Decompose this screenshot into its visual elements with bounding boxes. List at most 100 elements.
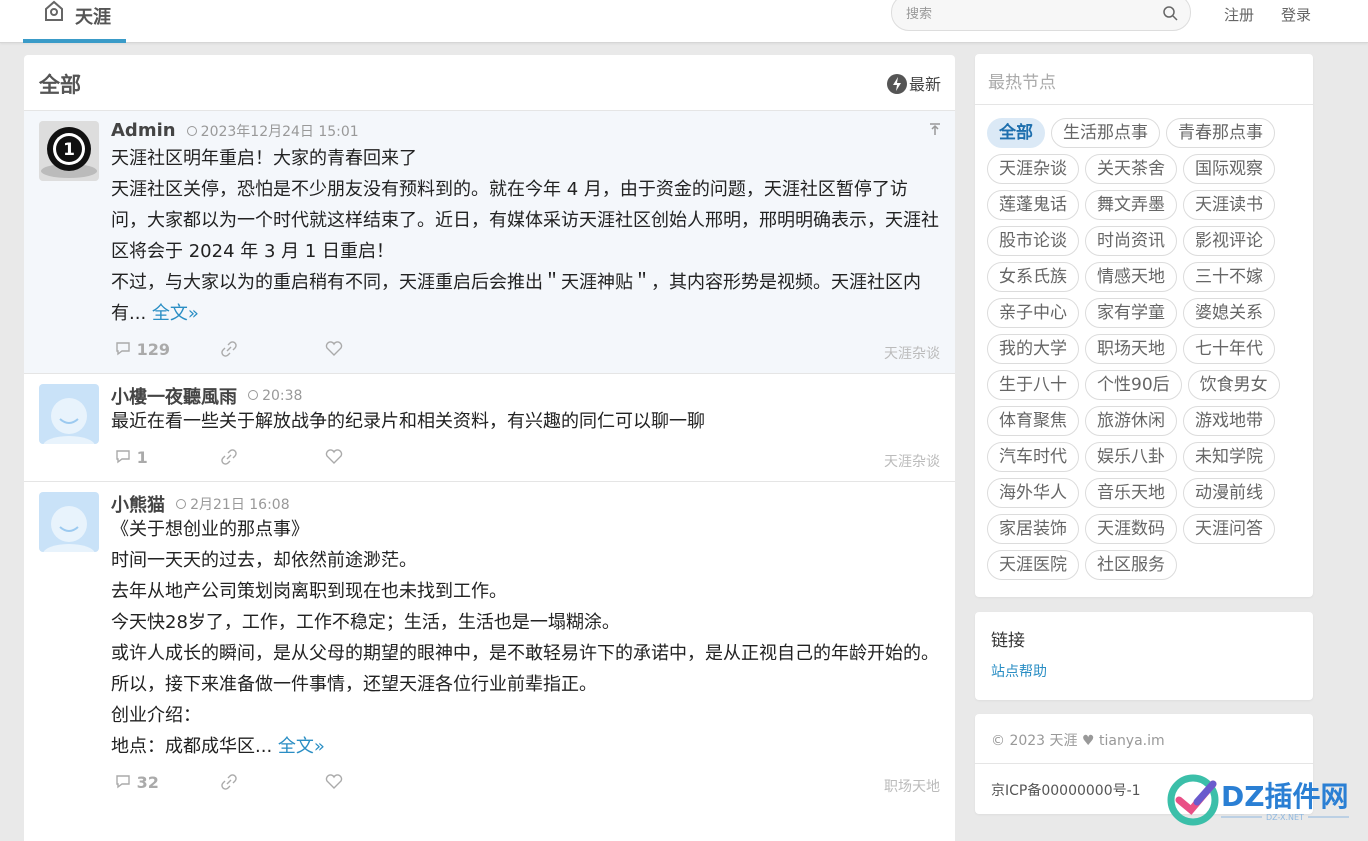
search-input[interactable] xyxy=(906,3,1146,25)
node-tag[interactable]: 汽车时代 xyxy=(987,442,1079,472)
post-item[interactable]: 小熊猫 2月21日 16:08 《关于想创业的那点事》 时间一天天的过去，却依然… xyxy=(24,482,955,806)
node-tag[interactable]: 情感天地 xyxy=(1085,262,1177,292)
register-link[interactable]: 注册 xyxy=(1224,4,1254,25)
clock-icon xyxy=(176,499,187,509)
node-tag[interactable]: 我的大学 xyxy=(987,334,1079,364)
node-tag[interactable]: 音乐天地 xyxy=(1085,478,1177,508)
node-tag[interactable]: 生活那点事 xyxy=(1051,118,1160,148)
node-tag[interactable]: 国际观察 xyxy=(1183,154,1275,184)
node-tag[interactable]: 未知学院 xyxy=(1183,442,1275,472)
svg-text:DZ-X.NET: DZ-X.NET xyxy=(1266,813,1304,822)
links-card: 链接 站点帮助 xyxy=(975,612,1313,700)
active-nav-indicator xyxy=(23,39,126,43)
pinned-marker-icon xyxy=(930,123,940,138)
hot-nodes-card: 最热节点 全部 生活那点事 青春那点事天涯杂谈 关天茶舍 国际观察莲蓬鬼话 舞文弄墨 天涯读… xyxy=(975,54,1313,597)
node-tag[interactable]: 体育聚焦 xyxy=(987,406,1079,436)
node-tag[interactable]: 女系氏族 xyxy=(987,262,1079,292)
post-actions: 32 职场天地 xyxy=(111,762,940,806)
site-logo-link[interactable]: 天涯 xyxy=(23,0,126,43)
sort-label: 最新 xyxy=(908,75,941,94)
clock-icon xyxy=(248,390,259,400)
svg-text:1: 1 xyxy=(63,140,75,160)
post-author[interactable]: 小熊猫 xyxy=(111,495,165,516)
node-tag[interactable]: 股市论谈 xyxy=(987,226,1079,256)
node-tag[interactable]: 动漫前线 xyxy=(1183,478,1275,508)
node-tag[interactable]: 天涯问答 xyxy=(1183,514,1275,544)
sort-latest-button[interactable]: 最新 xyxy=(886,71,941,95)
read-more-link[interactable]: 全文» xyxy=(152,303,199,324)
post-actions: 1 天涯杂谈 xyxy=(111,437,940,481)
node-tag[interactable]: 天涯医院 xyxy=(987,550,1079,580)
avatar[interactable]: 1 xyxy=(39,121,99,181)
home-icon xyxy=(43,0,65,26)
share-link-icon[interactable] xyxy=(221,774,237,794)
site-name: 天涯 xyxy=(75,7,111,28)
comment-count[interactable]: 32 xyxy=(115,773,159,792)
read-more-link[interactable]: 全文» xyxy=(278,736,325,757)
post-content[interactable]: 最近在看一些关于解放战争的纪录片和相关资料，有兴趣的同仁可以聊一聊 xyxy=(111,406,940,437)
hot-nodes-title: 最热节点 xyxy=(975,54,1313,105)
node-tag[interactable]: 亲子中心 xyxy=(987,298,1079,328)
post-author[interactable]: 小樓一夜聽風雨 xyxy=(111,387,237,408)
node-tag[interactable]: 游戏地带 xyxy=(1183,406,1275,436)
search-box xyxy=(891,0,1191,31)
post-time: 2月21日 16:08 xyxy=(176,497,290,513)
node-tag[interactable]: 天涯读书 xyxy=(1183,190,1275,220)
node-tag[interactable]: 三十不嫁 xyxy=(1183,262,1275,292)
node-tag[interactable]: 娱乐八卦 xyxy=(1085,442,1177,472)
node-tag[interactable]: 全部 xyxy=(987,118,1045,148)
node-tag[interactable]: 青春那点事 xyxy=(1166,118,1275,148)
node-tag[interactable]: 家居装饰 xyxy=(987,514,1079,544)
post-time: 20:38 xyxy=(248,388,302,404)
node-tag[interactable]: 莲蓬鬼话 xyxy=(987,190,1079,220)
node-tag[interactable]: 职场天地 xyxy=(1085,334,1177,364)
clock-icon xyxy=(186,125,197,136)
post-content[interactable]: 天涯社区明年重启！大家的青春回来了 天涯社区关停，恐怕是不少朋友没有预料到的。就… xyxy=(111,143,940,329)
node-tag[interactable]: 生于八十 xyxy=(987,370,1079,400)
post-node-link[interactable]: 天涯杂谈 xyxy=(884,343,940,363)
node-tag[interactable]: 旅游休闲 xyxy=(1085,406,1177,436)
post-actions: 129 天涯杂谈 xyxy=(111,329,940,373)
post-item[interactable]: 1 pin-icon Admin 2023年12月24日 15:01 天涯社区明… xyxy=(24,111,955,374)
site-help-link[interactable]: 站点帮助 xyxy=(991,661,1297,681)
node-tag[interactable]: 七十年代 xyxy=(1183,334,1275,364)
watermark-logo: DZ插件网 DZ-X.NET xyxy=(1165,772,1355,828)
node-tag[interactable]: 个性90后 xyxy=(1085,370,1182,400)
hot-nodes-tag-list: 全部 生活那点事 青春那点事天涯杂谈 关天茶舍 国际观察莲蓬鬼话 舞文弄墨 天涯读书股市论谈… xyxy=(975,105,1313,596)
avatar[interactable] xyxy=(39,384,99,444)
links-title: 链接 xyxy=(991,631,1025,651)
like-heart-icon[interactable] xyxy=(325,774,343,794)
node-tag[interactable]: 天涯数码 xyxy=(1085,514,1177,544)
node-tag[interactable]: 海外华人 xyxy=(987,478,1079,508)
node-tag[interactable]: 时尚资讯 xyxy=(1085,226,1177,256)
node-tag[interactable]: 饮食男女 xyxy=(1187,370,1280,400)
like-heart-icon[interactable] xyxy=(325,449,343,469)
login-link[interactable]: 登录 xyxy=(1281,4,1311,25)
post-node-link[interactable]: 天涯杂谈 xyxy=(884,451,940,471)
top-navbar: 天涯 注册 登录 xyxy=(0,0,1368,43)
node-tag[interactable]: 舞文弄墨 xyxy=(1085,190,1177,220)
node-tag[interactable]: 关天茶舍 xyxy=(1085,154,1177,184)
post-feed: 全部 最新 1 pin-icon Admin 2023年12月24日 15:01… xyxy=(24,55,955,841)
post-content[interactable]: 《关于想创业的那点事》 时间一天天的过去，却依然前途渺茫。 去年从地产公司策划岗… xyxy=(111,514,940,762)
node-tag[interactable]: 天涯杂谈 xyxy=(987,154,1079,184)
comment-count[interactable]: 1 xyxy=(115,448,148,467)
feed-header: 全部 最新 xyxy=(24,55,955,111)
like-heart-icon[interactable] xyxy=(325,341,343,361)
comment-count[interactable]: 129 xyxy=(115,340,170,359)
avatar[interactable] xyxy=(39,492,99,552)
post-author[interactable]: Admin xyxy=(111,120,176,141)
node-tag[interactable]: 婆媳关系 xyxy=(1183,298,1275,328)
bolt-icon xyxy=(886,74,907,94)
share-link-icon[interactable] xyxy=(221,341,237,361)
node-tag[interactable]: 社区服务 xyxy=(1085,550,1177,580)
search-icon[interactable] xyxy=(1162,5,1178,25)
svg-text:DZ插件网: DZ插件网 xyxy=(1221,780,1349,813)
post-item[interactable]: 小樓一夜聽風雨 20:38 最近在看一些关于解放战争的纪录片和相关资料，有兴趣的… xyxy=(24,374,955,482)
node-tag[interactable]: 家有学童 xyxy=(1085,298,1177,328)
post-node-link[interactable]: 职场天地 xyxy=(884,776,940,796)
page-title: 全部 xyxy=(39,73,81,97)
node-tag[interactable]: 影视评论 xyxy=(1183,226,1275,256)
share-link-icon[interactable] xyxy=(221,449,237,469)
copyright-text: © 2023 天涯 ♥ tianya.im xyxy=(975,714,1313,764)
